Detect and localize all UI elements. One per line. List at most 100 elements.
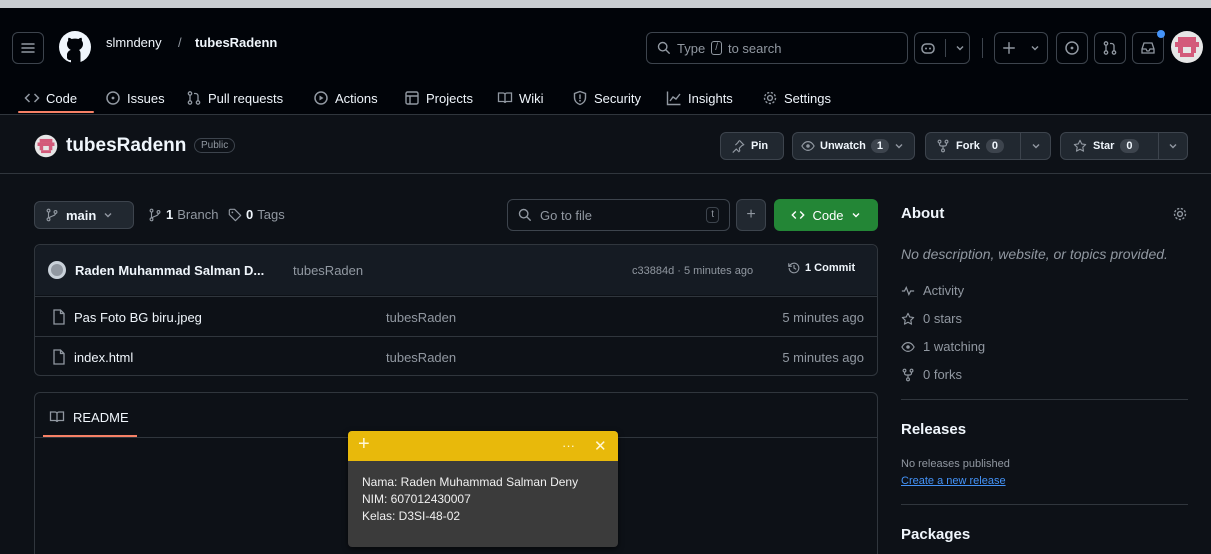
sticky-note-line[interactable]: NIM: 607012430007: [362, 492, 471, 506]
search-input[interactable]: Type / to search: [646, 32, 908, 64]
breadcrumb-owner[interactable]: slmndeny: [106, 35, 162, 50]
unwatch-button[interactable]: Unwatch 1: [792, 132, 915, 160]
tags-link[interactable]: 0 Tags: [228, 207, 285, 222]
commit-author[interactable]: Raden Muhammad Salman D...: [75, 263, 264, 278]
user-avatar[interactable]: [1170, 30, 1204, 64]
fork-button[interactable]: Fork 0: [925, 132, 1051, 160]
github-logo[interactable]: [58, 30, 92, 64]
tab-actions[interactable]: Actions: [313, 84, 378, 112]
breadcrumb-separator: /: [178, 35, 182, 50]
search-suffix: to search: [727, 40, 782, 56]
tab-label: Code: [46, 90, 78, 106]
commit-message[interactable]: tubesRaden: [293, 263, 363, 278]
tab-code[interactable]: Code: [24, 84, 77, 112]
file-name[interactable]: index.html: [74, 350, 133, 365]
tab-settings[interactable]: Settings: [762, 84, 831, 112]
code-icon: [24, 93, 40, 103]
tab-projects[interactable]: Projects: [404, 84, 473, 112]
file-commit-message[interactable]: tubesRaden: [386, 310, 456, 325]
tab-label: Projects: [426, 90, 473, 106]
notification-dot: [1157, 30, 1165, 38]
tab-wiki[interactable]: Wiki: [497, 84, 544, 112]
commits-link[interactable]: 1 Commit: [787, 261, 855, 275]
menu-button[interactable]: [12, 32, 44, 64]
watching-label: 1 watching: [923, 339, 986, 354]
sticky-note-titlebar[interactable]: + ··· ✕: [348, 431, 618, 461]
chevron-down-icon: [1032, 144, 1039, 149]
repo-title[interactable]: tubesRadenn: [66, 135, 186, 157]
branches-link[interactable]: 1 Branch: [148, 207, 218, 222]
branch-selector[interactable]: main: [34, 201, 134, 229]
inbox-icon: [1141, 42, 1155, 54]
global-header: slmndeny / tubesRadenn Type / to search: [0, 8, 1211, 115]
stars-link[interactable]: 0 stars: [901, 311, 962, 326]
eye-icon: [901, 341, 915, 352]
latest-commit-bar: Raden Muhammad Salman D... tubesRaden c3…: [35, 245, 877, 295]
commit-count: 1 Commit: [805, 262, 856, 274]
file-name[interactable]: Pas Foto BG biru.jpeg: [74, 310, 202, 325]
create-new-button[interactable]: [994, 32, 1048, 64]
tab-label: Security: [594, 90, 641, 106]
pull-requests-button[interactable]: [1094, 32, 1126, 64]
go-to-file-input[interactable]: Go to file t: [507, 199, 730, 231]
tab-insights[interactable]: Insights: [666, 84, 733, 112]
code-button[interactable]: Code: [774, 199, 878, 231]
tab-label: Wiki: [519, 90, 544, 106]
add-file-button[interactable]: +: [736, 199, 766, 231]
chevron-down-icon: [852, 213, 860, 218]
tab-security[interactable]: Security: [572, 84, 641, 112]
releases-title[interactable]: Releases: [901, 421, 966, 438]
sticky-add-button[interactable]: +: [358, 433, 370, 456]
unwatch-label: Unwatch: [820, 140, 866, 152]
activity-link[interactable]: Activity: [901, 283, 964, 298]
gear-icon[interactable]: [1172, 206, 1188, 222]
releases-empty: No releases published: [901, 458, 1010, 470]
sticky-note-line[interactable]: Nama: Raden Muhammad Salman Deny: [362, 475, 578, 489]
sidebar-divider: [901, 399, 1188, 400]
readme-tab[interactable]: README: [49, 409, 129, 425]
pin-label: Pin: [751, 140, 769, 152]
chevron-down-icon: [1169, 144, 1177, 149]
branch-icon: [46, 208, 58, 222]
branches-count: 1: [166, 207, 174, 222]
pulse-icon: [901, 285, 915, 296]
commit-author-avatar[interactable]: [48, 261, 66, 279]
code-button-label: Code: [812, 207, 844, 223]
forks-label: 0 forks: [923, 367, 963, 382]
table-row[interactable]: index.html tubesRaden 5 minutes ago: [34, 336, 878, 376]
copilot-button[interactable]: [914, 32, 970, 64]
sticky-close-button[interactable]: ✕: [594, 437, 607, 455]
repo-owner-avatar[interactable]: [34, 134, 58, 158]
branch-icon: [149, 208, 161, 221]
tab-label: Insights: [688, 90, 733, 106]
sticky-note-line[interactable]: Kelas: D3SI-48-02: [362, 509, 460, 523]
pin-button[interactable]: Pin: [720, 132, 784, 160]
inbox-button[interactable]: [1132, 30, 1165, 64]
table-row[interactable]: Pas Foto BG biru.jpeg tubesRaden 5 minut…: [34, 296, 878, 336]
sticky-note-window[interactable]: + ··· ✕ Nama: Raden Muhammad Salman Deny…: [348, 431, 618, 547]
star-label: Star: [1093, 140, 1115, 152]
tab-label: Pull requests: [208, 90, 284, 106]
packages-title[interactable]: Packages: [901, 526, 970, 543]
star-button[interactable]: Star 0: [1060, 132, 1188, 160]
forks-link[interactable]: 0 forks: [901, 367, 962, 382]
file-commit-message[interactable]: tubesRaden: [386, 350, 456, 365]
search-icon: [518, 208, 531, 221]
tab-issues[interactable]: Issues: [105, 84, 165, 112]
chevron-down-icon: [956, 46, 963, 51]
commit-hash-time[interactable]: c33884d · 5 minutes ago: [632, 265, 753, 277]
watching-link[interactable]: 1 watching: [901, 339, 985, 354]
issue-open-icon: [1065, 41, 1079, 55]
fork-icon: [937, 139, 949, 153]
book-icon: [49, 411, 65, 423]
breadcrumb-repo[interactable]: tubesRadenn: [195, 35, 277, 50]
create-release-link[interactable]: Create a new release: [901, 475, 1006, 487]
search-key-hint: /: [711, 41, 722, 55]
sticky-more-button[interactable]: ···: [562, 438, 575, 453]
play-icon: [314, 91, 328, 105]
tab-pull-requests[interactable]: Pull requests: [186, 84, 283, 112]
hamburger-icon: [21, 43, 35, 53]
stars-label: 0 stars: [923, 311, 963, 326]
issues-button[interactable]: [1056, 32, 1088, 64]
tags-label: Tags: [257, 207, 285, 222]
